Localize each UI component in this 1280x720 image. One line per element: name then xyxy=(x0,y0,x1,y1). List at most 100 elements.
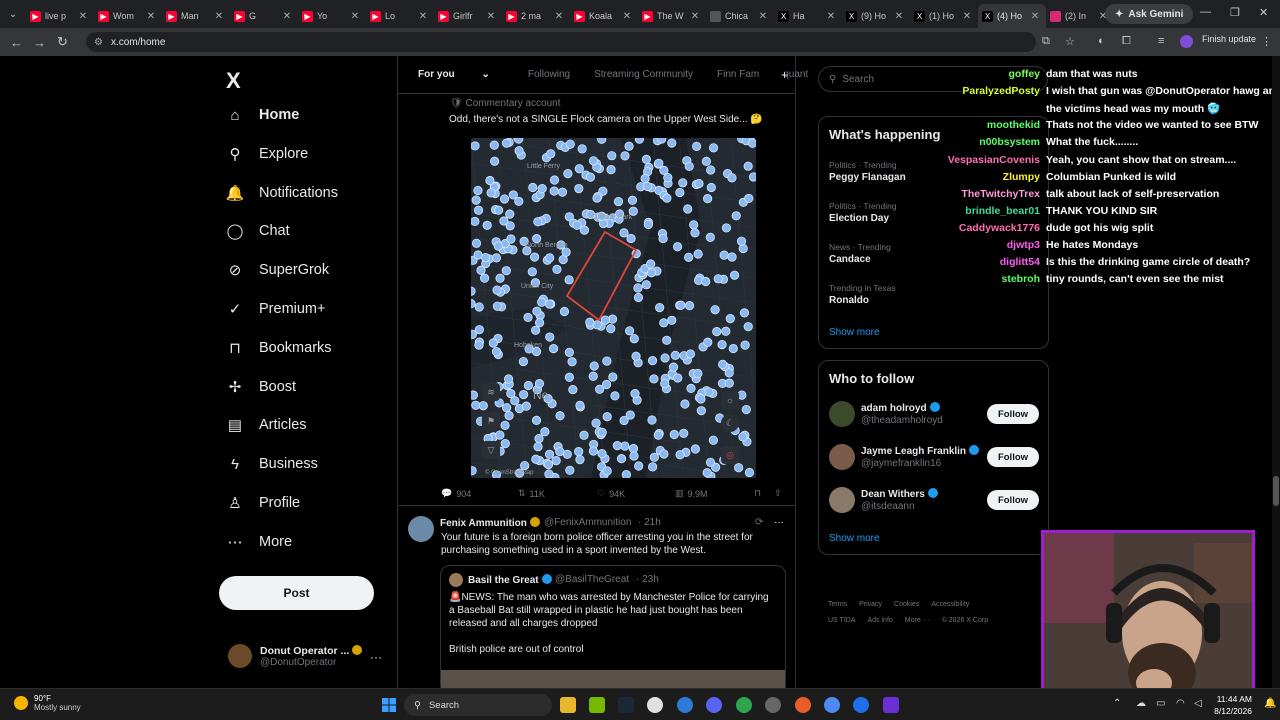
app-icon[interactable] xyxy=(883,697,899,713)
chrome-icon[interactable] xyxy=(824,697,840,713)
post-more-icon[interactable]: ··· xyxy=(774,517,784,528)
xbox-icon[interactable] xyxy=(736,697,752,713)
follow-button[interactable]: Follow xyxy=(987,490,1039,510)
browser-tab[interactable]: ▶ Man ✕ xyxy=(162,4,230,28)
close-window-icon[interactable]: ✕ xyxy=(1259,6,1268,19)
close-tab-icon[interactable]: ✕ xyxy=(892,11,906,22)
reload-icon[interactable]: ↻ xyxy=(51,34,74,50)
avatar[interactable] xyxy=(829,401,855,427)
finish-update-button[interactable]: Finish update xyxy=(1202,34,1256,44)
browser-tab[interactable]: ▶ Yo ✕ xyxy=(298,4,366,28)
sidebar-item-articles[interactable]: ▤ Articles xyxy=(226,416,307,434)
extension-icon-1[interactable]: ◐ xyxy=(1098,35,1105,47)
close-tab-icon[interactable]: ✕ xyxy=(212,11,226,22)
close-tab-icon[interactable]: ✕ xyxy=(824,11,838,22)
browser-tab[interactable]: X Ha ✕ xyxy=(774,4,842,28)
x-logo[interactable]: X xyxy=(226,68,241,94)
close-tab-icon[interactable]: ✕ xyxy=(688,11,702,22)
browser-tab[interactable]: ▶ Lo ✕ xyxy=(366,4,434,28)
post-button[interactable]: Post xyxy=(219,576,374,610)
steam-icon[interactable] xyxy=(618,697,634,713)
scrollbar-thumb[interactable] xyxy=(1273,476,1279,506)
tab-finn-fam[interactable]: Finn Fam xyxy=(717,69,759,80)
install-icon[interactable]: ⧉ xyxy=(1042,35,1050,48)
close-tab-icon[interactable]: ✕ xyxy=(144,11,158,22)
sidebar-item-chat[interactable]: ◯ Chat xyxy=(226,222,290,240)
browser-tab[interactable]: X (1) Ho ✕ xyxy=(910,4,978,28)
minimize-icon[interactable]: — xyxy=(1200,6,1211,18)
footer-link[interactable]: Accessibility xyxy=(931,601,969,608)
tab-following[interactable]: Following xyxy=(528,69,570,80)
back-icon[interactable]: ← xyxy=(5,35,28,50)
close-tab-icon[interactable]: ✕ xyxy=(1028,11,1042,22)
footer-link[interactable]: Terms xyxy=(828,601,847,608)
follow-button[interactable]: Follow xyxy=(987,447,1039,467)
account-switcher[interactable]: Donut Operator ... @DonutOperator ··· xyxy=(228,644,382,668)
url-field[interactable]: ⚙ x.com/home xyxy=(86,32,1036,52)
browser-menu-icon[interactable]: ⋮ xyxy=(1261,35,1272,48)
close-tab-icon[interactable]: ✕ xyxy=(280,11,294,22)
browser-tab[interactable]: ▶ Girlfr ✕ xyxy=(434,4,502,28)
footer-link[interactable]: © 2026 X Corp. xyxy=(942,617,990,624)
suggested-account-name[interactable]: adam holroyd xyxy=(861,402,940,414)
post-author-name[interactable]: Fenix Ammunition xyxy=(440,517,540,529)
add-tab-icon[interactable]: + xyxy=(781,68,788,82)
sidebar-item-profile[interactable]: ♙ Profile xyxy=(226,494,300,512)
close-tab-icon[interactable]: ✕ xyxy=(416,11,430,22)
browser-tab[interactable]: (2) In ✕ xyxy=(1046,4,1114,28)
avatar[interactable] xyxy=(829,487,855,513)
filter-icon[interactable]: ▽ xyxy=(482,441,500,459)
page-scrollbar[interactable] xyxy=(1272,56,1280,688)
cloud-icon[interactable]: ☁ xyxy=(1136,698,1146,709)
quoted-post[interactable]: Basil the Great @BasilTheGreat · 23h 🚨NE… xyxy=(440,565,786,688)
discord-icon[interactable] xyxy=(706,697,722,713)
locate-icon[interactable]: ◎ xyxy=(721,446,739,464)
sidebar-item-supergrok[interactable]: ⊘ SuperGrok xyxy=(226,261,329,279)
browser-tab[interactable]: ▶ Wom ✕ xyxy=(94,4,162,28)
notification-bell-icon[interactable]: 🔔 xyxy=(1264,698,1276,709)
sidebar-item-boost[interactable]: ✢ Boost xyxy=(226,378,296,396)
app-icon[interactable] xyxy=(795,697,811,713)
sidebar-item-notifications[interactable]: 🔔 Notifications xyxy=(226,184,338,202)
share-icon[interactable]: ⇪ xyxy=(774,488,782,499)
browser-tab[interactable]: ▶ Koala ✕ xyxy=(570,4,638,28)
browser-tab[interactable]: Chica ✕ xyxy=(706,4,774,28)
moon-icon[interactable]: ☾ xyxy=(721,414,739,432)
sidebar-item-business[interactable]: ϟ Business xyxy=(226,455,318,473)
bookmark-button-icon[interactable]: ⊓ xyxy=(754,488,761,499)
close-tab-icon[interactable]: ✕ xyxy=(620,11,634,22)
weather-widget[interactable]: 90°F Mostly sunny xyxy=(14,694,81,712)
avatar[interactable] xyxy=(829,444,855,470)
browser-tab[interactable]: X (4) Ho ✕ xyxy=(978,4,1046,28)
suggested-account-name[interactable]: Jayme Leagh Franklin xyxy=(861,445,980,457)
tab-streaming-community[interactable]: Streaming Community xyxy=(594,69,693,80)
close-tab-icon[interactable]: ✕ xyxy=(484,11,498,22)
footer-link[interactable]: Privacy xyxy=(859,601,882,608)
browser-tab[interactable]: ▶ The W ✕ xyxy=(638,4,706,28)
footer-link[interactable]: Ads info xyxy=(868,617,893,624)
device-icon[interactable]: ▭ xyxy=(1156,698,1165,709)
wifi-icon[interactable]: ◠ xyxy=(1176,698,1185,709)
restore-icon[interactable]: ❐ xyxy=(1230,6,1240,19)
close-tab-icon[interactable]: ✕ xyxy=(960,11,974,22)
settings-icon[interactable] xyxy=(765,697,781,713)
show-more-link[interactable]: Show more xyxy=(829,327,880,338)
browser-tab[interactable]: ▶ 2 ma ✕ xyxy=(502,4,570,28)
site-info-icon[interactable]: ⚙ xyxy=(94,37,103,48)
ask-gemini-button[interactable]: ✦ Ask Gemini xyxy=(1105,4,1194,24)
forward-icon[interactable]: → xyxy=(28,35,51,50)
app-icon[interactable] xyxy=(677,697,693,713)
tab-search-icon[interactable]: ⌄ xyxy=(0,0,26,28)
grok-icon[interactable]: ⟳ xyxy=(755,517,763,528)
browser-tab[interactable]: ▶ live p ✕ xyxy=(26,4,94,28)
footer-link[interactable]: More ··· xyxy=(905,617,930,624)
quote-image[interactable] xyxy=(441,670,785,688)
taskbar-clock[interactable]: 11:44 AM 8/12/2026 xyxy=(1212,693,1252,717)
follow-button[interactable]: Follow xyxy=(987,404,1039,424)
browser-tab[interactable]: X (9) Ho ✕ xyxy=(842,4,910,28)
taskbar-search[interactable]: ⚲ Search xyxy=(404,694,552,716)
close-tab-icon[interactable]: ✕ xyxy=(76,11,90,22)
tray-chevron-icon[interactable]: ⌃ xyxy=(1113,698,1121,709)
sidebar-item-more[interactable]: ⋯ More xyxy=(226,533,293,551)
post-time[interactable]: · 21h xyxy=(638,517,661,528)
